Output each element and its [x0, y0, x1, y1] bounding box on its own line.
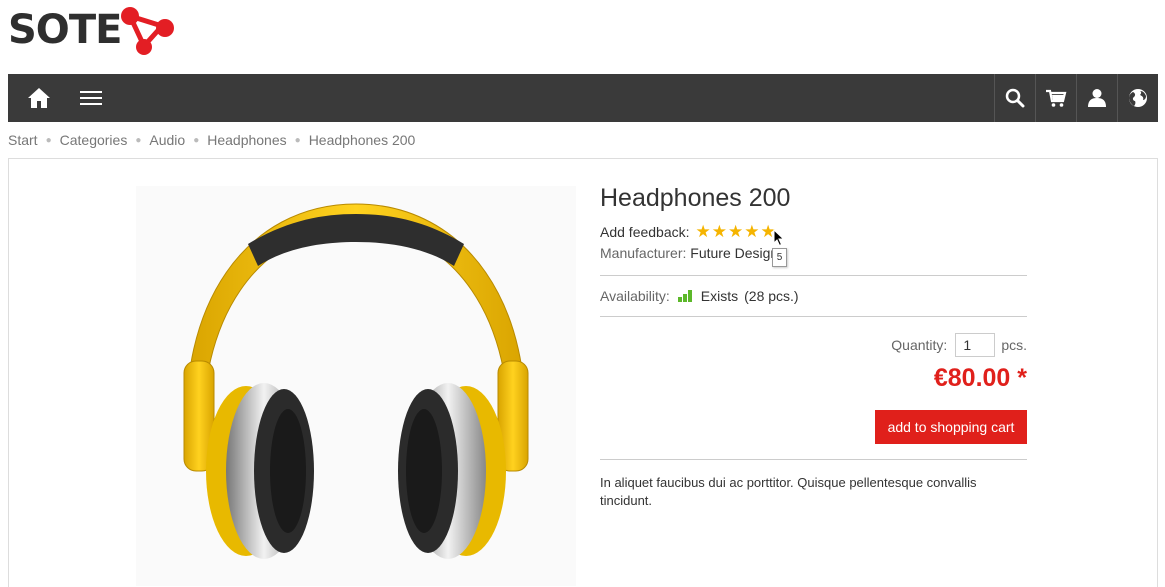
quantity-row: Quantity: pcs. — [600, 333, 1027, 357]
breadcrumb-categories[interactable]: Categories — [60, 132, 128, 148]
cart-icon — [1046, 89, 1067, 107]
add-to-cart-button[interactable]: add to shopping cart — [875, 410, 1027, 444]
star-icon[interactable]: ★ — [744, 222, 759, 242]
breadcrumb: Start ● Categories ● Audio ● Headphones … — [8, 132, 415, 148]
availability-label: Availability: — [600, 288, 670, 304]
product-description: In aliquet faucibus dui ac porttitor. Qu… — [600, 475, 977, 508]
menu-icon — [80, 91, 102, 105]
globe-icon — [1129, 89, 1147, 107]
rating-tooltip: 5 — [772, 248, 787, 267]
availability-status: Exists — [700, 288, 739, 304]
divider — [600, 316, 1027, 317]
rating-stars[interactable]: ★ ★ ★ ★ ★ — [696, 222, 777, 242]
stock-level-icon — [677, 290, 693, 302]
cart-button[interactable] — [1035, 74, 1076, 122]
account-button[interactable] — [1076, 74, 1117, 122]
brand-name: SOTE — [8, 7, 122, 53]
quantity-label: Quantity: — [891, 337, 948, 353]
breadcrumb-audio[interactable]: Audio — [149, 132, 185, 148]
star-icon[interactable]: ★ — [712, 222, 727, 242]
user-icon — [1088, 89, 1106, 107]
product-title: Headphones 200 — [600, 184, 791, 212]
feedback-row: Add feedback: ★ ★ ★ ★ ★ — [600, 222, 1027, 242]
divider — [600, 459, 1027, 460]
search-icon — [1005, 88, 1025, 108]
home-button[interactable] — [24, 74, 54, 122]
availability-count: (28 pcs.) — [744, 288, 799, 304]
feedback-label: Add feedback: — [600, 224, 690, 240]
main-navbar — [8, 74, 1158, 122]
manufacturer-row: Manufacturer: Future Design — [600, 245, 1027, 265]
product-info: Headphones 200 Add feedback: ★ ★ ★ ★ ★ M… — [600, 180, 1027, 510]
logo-mark-icon — [121, 7, 174, 55]
breadcrumb-start[interactable]: Start — [8, 132, 38, 148]
star-icon[interactable]: ★ — [696, 222, 711, 242]
breadcrumb-separator: ● — [135, 134, 142, 146]
headphones-image — [183, 203, 529, 559]
quantity-unit: pcs. — [1001, 337, 1027, 353]
brand-logo[interactable]: SOTE — [8, 4, 174, 56]
product-image[interactable] — [136, 186, 576, 586]
search-button[interactable] — [994, 74, 1035, 122]
breadcrumb-separator: ● — [294, 134, 301, 146]
breadcrumb-separator: ● — [45, 134, 52, 146]
availability-row: Availability: Exists (28 pcs.) — [600, 276, 1027, 316]
breadcrumb-separator: ● — [193, 134, 200, 146]
manufacturer-label: Manufacturer: — [600, 245, 687, 261]
product-price: €80.00 * — [933, 364, 1027, 392]
menu-button[interactable] — [76, 74, 106, 122]
breadcrumb-headphones[interactable]: Headphones — [207, 132, 286, 148]
language-button[interactable] — [1117, 74, 1158, 122]
quantity-input[interactable] — [955, 333, 996, 357]
mouse-cursor-icon — [773, 229, 785, 247]
star-icon[interactable]: ★ — [728, 222, 743, 242]
home-icon — [28, 88, 50, 108]
manufacturer-value[interactable]: Future Design — [690, 245, 778, 261]
breadcrumb-current[interactable]: Headphones 200 — [309, 132, 416, 148]
